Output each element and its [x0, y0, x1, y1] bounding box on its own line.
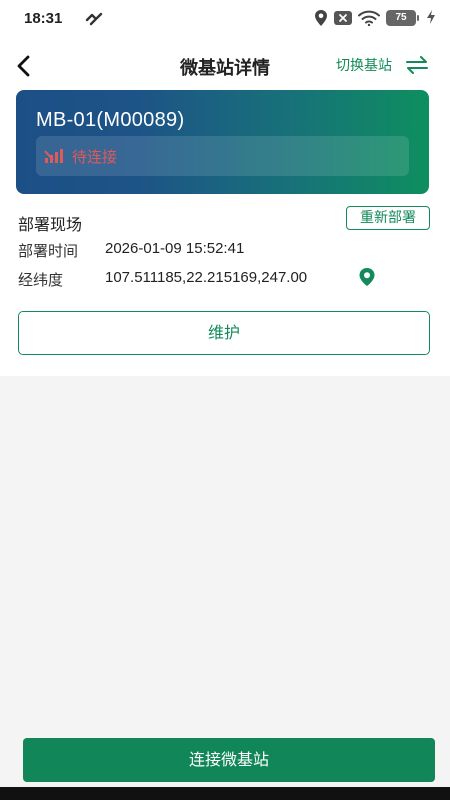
coords-label: 经纬度	[18, 271, 64, 289]
gesture-bar	[0, 787, 450, 800]
deploy-time-label: 部署时间	[18, 242, 79, 260]
switch-station-button[interactable]: 切换基站	[336, 52, 428, 78]
deploy-time-value: 2026-01-09 15:52:41	[105, 240, 245, 257]
status-time: 18:31	[24, 10, 63, 27]
charging-icon	[427, 10, 435, 24]
status-icons: 75	[314, 9, 419, 27]
nav-bar: 微基站详情 切换基站	[0, 44, 450, 88]
connect-station-button[interactable]: 连接微基站	[23, 738, 435, 782]
station-card: MB-01(M00089) 待连接	[16, 90, 429, 194]
swap-arrows-icon	[406, 56, 428, 74]
location-status-icon	[315, 10, 327, 26]
status-bar: 18:31 75	[0, 0, 450, 38]
notification-icon	[85, 12, 103, 26]
no-signal-icon	[44, 149, 63, 163]
back-button[interactable]	[10, 52, 38, 80]
redeploy-button[interactable]: 重新部署	[346, 206, 430, 230]
battery-indicator: 75	[386, 10, 419, 26]
connection-status-box: 待连接	[36, 136, 409, 176]
switch-station-label: 切换基站	[336, 58, 392, 74]
wifi-icon	[358, 10, 380, 26]
coords-value: 107.511185,22.215169,247.00	[105, 269, 308, 286]
location-pin-icon[interactable]	[358, 267, 376, 287]
dnd-status-icon	[334, 11, 352, 25]
connection-status-text: 待连接	[72, 148, 118, 166]
maintain-button[interactable]: 维护	[18, 311, 430, 355]
deployment-section-title: 部署现场	[18, 215, 83, 234]
station-name: MB-01(M00089)	[36, 109, 185, 131]
